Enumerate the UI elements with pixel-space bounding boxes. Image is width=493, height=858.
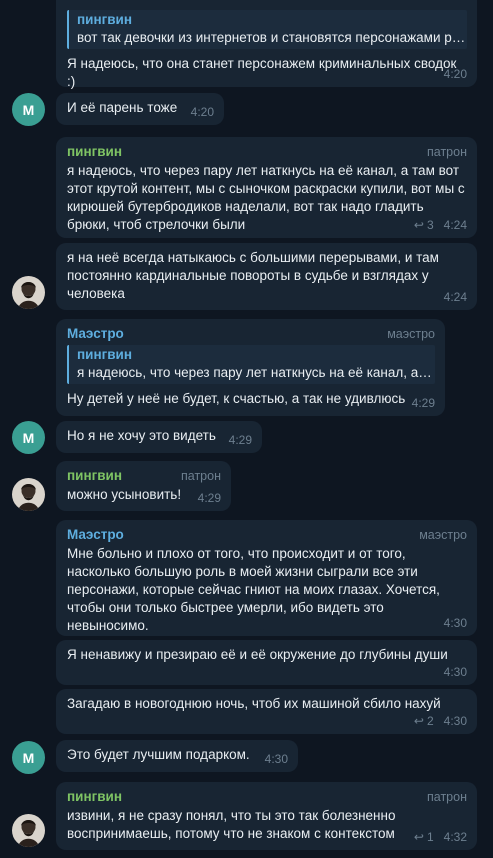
message-bubble[interactable]: пингвин вот так девочки из интернетов и …: [56, 0, 477, 89]
avatar[interactable]: [12, 814, 45, 847]
sender-name[interactable]: Маэстро: [67, 325, 124, 343]
message-bubble[interactable]: И её парень тоже 4:20: [56, 93, 224, 125]
reply-icon: ↩: [413, 714, 424, 728]
message-meta: 4:29: [229, 431, 252, 449]
message-bubble[interactable]: пингвин патрон можно усыновить! 4:29: [56, 461, 231, 511]
message-text: я на неё всегда натыкаюсь с большими пер…: [67, 250, 439, 301]
message-bubble[interactable]: пингвин патрон я надеюсь, что через пару…: [56, 137, 477, 238]
user-photo-icon: [12, 478, 45, 511]
message-time: 4:29: [411, 396, 435, 410]
avatar[interactable]: М: [12, 741, 45, 774]
reply-icon: ↩: [413, 830, 424, 844]
message-time: 4:20: [190, 105, 214, 119]
quote-text: я надеюсь, что через пару лет наткнусь н…: [77, 365, 435, 380]
message-time: 4:30: [443, 665, 467, 679]
sender-role: патрон: [181, 469, 221, 483]
message-time: 4:24: [443, 218, 467, 232]
reply-icon: ↩: [413, 218, 424, 232]
message-bubble[interactable]: Маэстро маэстро пингвин я надеюсь, что ч…: [56, 319, 445, 416]
message-time: 4:32: [443, 830, 467, 844]
message-meta: 4:20: [191, 103, 214, 121]
message-meta: ↩ 3 4:24: [414, 216, 467, 234]
message-time: 4:29: [228, 433, 252, 447]
replies-counter[interactable]: ↩ 1: [414, 828, 434, 846]
message-meta: ↩ 1 4:32: [414, 828, 467, 846]
message-bubble[interactable]: Загадаю в новогоднюю ночь, чтоб их машин…: [56, 689, 477, 734]
avatar[interactable]: [12, 478, 45, 511]
message-text: Я ненавижу и презираю её и её окружение …: [67, 647, 448, 662]
message-text: Мне больно и плохо от того, что происход…: [67, 546, 440, 633]
quote-sender: пингвин: [77, 347, 132, 362]
message-meta: 4:30: [444, 663, 467, 681]
user-photo-icon: [12, 814, 45, 847]
message-time: 4:20: [443, 67, 467, 81]
message-bubble[interactable]: я на неё всегда натыкаюсь с большими пер…: [56, 243, 477, 310]
message-meta: 4:29: [198, 489, 221, 507]
message-time: 4:29: [197, 491, 221, 505]
message-time: 4:24: [443, 290, 467, 304]
reply-quote[interactable]: пингвин я надеюсь, что через пару лет на…: [67, 345, 435, 384]
sender-name[interactable]: Маэстро: [67, 526, 124, 544]
message-bubble[interactable]: Маэстро маэстро Мне больно и плохо от то…: [56, 520, 477, 636]
sender-name[interactable]: пингвин: [67, 788, 122, 806]
message-text: Ну детей у неё не будет, к счастью, а та…: [67, 391, 406, 406]
message-text: Загадаю в новогоднюю ночь, чтоб их машин…: [67, 696, 441, 711]
avatar[interactable]: М: [12, 93, 45, 126]
message-bubble[interactable]: Я ненавижу и презираю её и её окружение …: [56, 640, 477, 685]
sender-role: патрон: [427, 145, 467, 159]
message-meta: 4:20: [444, 65, 467, 83]
message-meta: ↩ 2 4:30: [414, 712, 467, 730]
message-text: Я надеюсь, что она станет персонажем кри…: [67, 56, 461, 89]
sender-role: маэстро: [387, 327, 435, 341]
sender-role: маэстро: [419, 528, 467, 542]
message-meta: 4:30: [444, 614, 467, 632]
message-bubble[interactable]: Но я не хочу это видеть 4:29: [56, 421, 262, 453]
user-photo-icon: [12, 276, 45, 309]
message-text: извини, я не сразу понял, что ты это так…: [67, 808, 396, 841]
message-time: 4:30: [443, 616, 467, 630]
quote-text: вот так девочки из интернетов и становят…: [77, 30, 467, 45]
sender-name[interactable]: пингвин: [67, 143, 122, 161]
message-meta: 4:29: [412, 394, 435, 412]
message-bubble[interactable]: пингвин патрон извини, я не сразу понял,…: [56, 782, 477, 850]
sender-name[interactable]: пингвин: [67, 467, 122, 485]
message-text: я надеюсь, что через пару лет наткнусь н…: [67, 163, 465, 232]
message-time: 4:30: [264, 752, 288, 766]
avatar[interactable]: М: [12, 421, 45, 454]
reply-quote[interactable]: пингвин вот так девочки из интернетов и …: [67, 10, 467, 49]
message-meta: 4:24: [444, 288, 467, 306]
avatar[interactable]: [12, 276, 45, 309]
message-bubble[interactable]: Это будет лучшим подарком. 4:30: [56, 740, 298, 772]
replies-counter[interactable]: ↩ 3: [414, 216, 434, 234]
message-text: Это будет лучшим подарком.: [67, 747, 250, 762]
message-time: 4:30: [443, 714, 467, 728]
message-text: Но я не хочу это видеть: [67, 428, 216, 443]
replies-counter[interactable]: ↩ 2: [414, 712, 434, 730]
message-meta: 4:30: [265, 750, 288, 768]
sender-role: патрон: [427, 790, 467, 804]
quote-sender: пингвин: [77, 12, 132, 27]
